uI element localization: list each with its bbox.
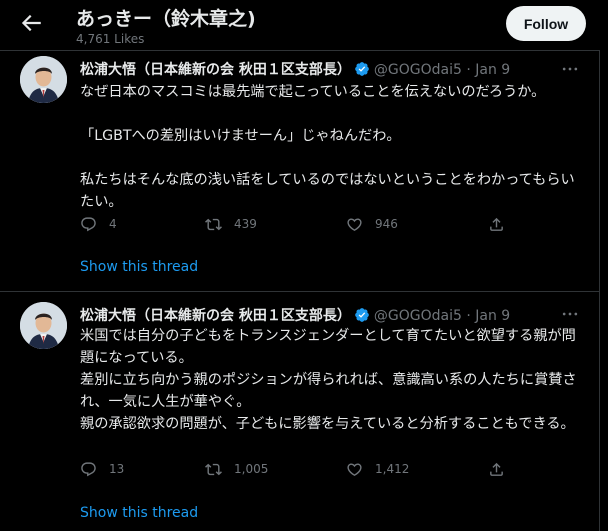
retweet-count: 439 xyxy=(234,217,257,231)
tweet-actions: 4 439 946 xyxy=(80,214,510,234)
tweet-actions: 13 1,005 1,412 xyxy=(80,459,510,479)
retweet-button[interactable]: 439 xyxy=(205,214,257,234)
tweet-date[interactable]: Jan 9 xyxy=(475,62,510,78)
avatar[interactable] xyxy=(20,302,67,349)
follow-button[interactable]: Follow xyxy=(506,6,586,41)
like-count: 946 xyxy=(375,217,398,231)
reply-count: 13 xyxy=(109,462,125,476)
profile-header: あっきー（鈴木章之) 4,761 Likes Follow xyxy=(0,0,608,50)
retweet-icon xyxy=(205,463,222,475)
tweet-author-row: 松浦大悟（日本維新の会 秋田１区支部長） @GOGOdai5 · Jan 9 xyxy=(80,305,510,325)
like-count: 1,412 xyxy=(375,462,410,476)
back-button[interactable] xyxy=(18,10,44,36)
reply-icon xyxy=(81,216,96,231)
tweet-date[interactable]: Jan 9 xyxy=(475,308,510,324)
retweet-icon xyxy=(205,218,222,230)
tweet-text-line: 米国では自分の子どもをトランスジェンダーとして育てたいと欲望する親が問題になって… xyxy=(80,328,576,366)
separator-dot: · xyxy=(466,308,471,324)
like-icon xyxy=(347,217,362,231)
verified-badge-icon xyxy=(355,62,369,76)
more-icon[interactable] xyxy=(560,59,580,79)
verified-badge-icon xyxy=(355,308,369,322)
profile-name: あっきー（鈴木章之) xyxy=(76,8,256,30)
share-icon xyxy=(490,462,503,476)
reply-count: 4 xyxy=(109,217,117,231)
tweet-text-line: 私たちはそんな底の浅い話をしているのではないということをわかってもらいたい。 xyxy=(80,172,575,210)
share-button[interactable] xyxy=(488,214,505,234)
reply-button[interactable]: 4 xyxy=(80,214,117,234)
share-button[interactable] xyxy=(488,459,505,479)
tweet-text-line: 差別に立ち向かう親のポジションが得られれば、意識高い系の人たちに賞賛され、一気に… xyxy=(80,372,577,410)
retweet-count: 1,005 xyxy=(234,462,269,476)
tweet[interactable]: 松浦大悟（日本維新の会 秋田１区支部長） @GOGOdai5 · Jan 9 なぜ… xyxy=(0,50,600,292)
author-name[interactable]: 松浦大悟（日本維新の会 秋田１区支部長） xyxy=(80,62,351,78)
separator-dot: · xyxy=(466,62,471,78)
like-button[interactable]: 946 xyxy=(346,214,398,234)
reply-button[interactable]: 13 xyxy=(80,459,124,479)
share-icon xyxy=(490,217,503,231)
more-icon[interactable] xyxy=(560,304,580,324)
author-name[interactable]: 松浦大悟（日本維新の会 秋田１区支部長） xyxy=(80,308,351,324)
tweet-text: 米国では自分の子どもをトランスジェンダーとして育てたいと欲望する親が問題になって… xyxy=(80,325,585,435)
tweet-text-line: 「LGBTへの差別はいけませーん」じゃねんだわ。 xyxy=(80,128,401,144)
back-arrow-icon xyxy=(21,14,41,32)
show-thread-link[interactable]: Show this thread xyxy=(80,259,198,275)
author-handle[interactable]: @GOGOdai5 xyxy=(374,308,462,324)
author-handle[interactable]: @GOGOdai5 xyxy=(374,62,462,78)
show-thread-link[interactable]: Show this thread xyxy=(80,505,198,521)
tweet-text: なぜ日本のマスコミは最先端で起こっていることを伝えないのだろうか。 「LGBTへ… xyxy=(80,81,585,213)
retweet-button[interactable]: 1,005 xyxy=(205,459,268,479)
like-icon xyxy=(347,462,362,476)
tweet-text-line: 親の承認欲求の問題が、子どもに影響を与えていると分析することもできる。 xyxy=(80,416,575,432)
like-button[interactable]: 1,412 xyxy=(346,459,409,479)
tweet-author-row: 松浦大悟（日本維新の会 秋田１区支部長） @GOGOdai5 · Jan 9 xyxy=(80,59,510,79)
tweet-text-line: なぜ日本のマスコミは最先端で起こっていることを伝えないのだろうか。 xyxy=(80,84,546,100)
reply-icon xyxy=(81,461,96,476)
avatar[interactable] xyxy=(20,56,67,103)
tweet[interactable]: 松浦大悟（日本維新の会 秋田１区支部長） @GOGOdai5 · Jan 9 米国… xyxy=(0,292,600,531)
likes-count: 4,761 Likes xyxy=(76,32,145,46)
